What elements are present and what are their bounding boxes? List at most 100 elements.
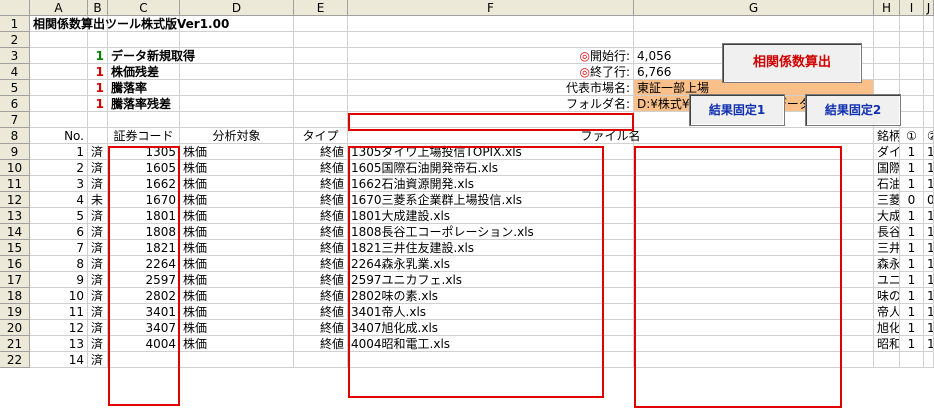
row-flag2[interactable] bbox=[924, 352, 934, 368]
grid-cell[interactable] bbox=[30, 80, 88, 96]
row-flag1[interactable]: 1 bbox=[900, 272, 924, 288]
row-code[interactable]: 2802 bbox=[108, 288, 180, 304]
option-flag[interactable]: 1 bbox=[88, 80, 108, 96]
grid-cell[interactable] bbox=[900, 32, 924, 48]
grid-cell[interactable] bbox=[874, 16, 900, 32]
row-flag1[interactable]: 1 bbox=[900, 160, 924, 176]
row-file[interactable]: 1821三井住友建設.xls bbox=[348, 240, 874, 256]
row-header-12[interactable]: 12 bbox=[0, 192, 30, 208]
row-flag1[interactable] bbox=[900, 352, 924, 368]
row-code[interactable]: 3401 bbox=[108, 304, 180, 320]
row-name[interactable]: 長谷工コーポレーション bbox=[874, 224, 900, 240]
row-file[interactable]: 3407旭化成.xls bbox=[348, 320, 874, 336]
row-file[interactable]: 1605国際石油開発帝石.xls bbox=[348, 160, 874, 176]
row-no[interactable]: 9 bbox=[30, 272, 88, 288]
row-code[interactable]: 1670 bbox=[108, 192, 180, 208]
row-header-10[interactable]: 10 bbox=[0, 160, 30, 176]
column-header-f[interactable]: F bbox=[348, 0, 634, 16]
row-file[interactable]: 1305ダイワ上場投信TOPIX.xls bbox=[348, 144, 874, 160]
grid-cell[interactable] bbox=[30, 96, 88, 112]
row-target[interactable]: 株価 bbox=[180, 176, 294, 192]
row-status[interactable]: 済 bbox=[88, 144, 108, 160]
row-flag1[interactable]: 1 bbox=[900, 176, 924, 192]
row-flag2[interactable]: 1 bbox=[924, 224, 934, 240]
row-name[interactable]: 旭化成 bbox=[874, 320, 900, 336]
column-header-j[interactable]: J bbox=[924, 0, 934, 16]
row-no[interactable]: 5 bbox=[30, 208, 88, 224]
row-header-21[interactable]: 21 bbox=[0, 336, 30, 352]
row-type[interactable]: 終値 bbox=[294, 240, 348, 256]
row-flag2[interactable]: 1 bbox=[924, 144, 934, 160]
row-header-18[interactable]: 18 bbox=[0, 288, 30, 304]
row-header-9[interactable]: 9 bbox=[0, 144, 30, 160]
row-target[interactable]: 株価 bbox=[180, 272, 294, 288]
row-no[interactable]: 6 bbox=[30, 224, 88, 240]
column-header-a[interactable]: A bbox=[30, 0, 88, 16]
row-file[interactable]: 3401帝人.xls bbox=[348, 304, 874, 320]
row-status[interactable]: 済 bbox=[88, 224, 108, 240]
grid-cell[interactable] bbox=[88, 112, 108, 128]
row-code[interactable]: 2264 bbox=[108, 256, 180, 272]
row-type[interactable]: 終値 bbox=[294, 272, 348, 288]
grid-cell[interactable] bbox=[294, 112, 348, 128]
row-header-11[interactable]: 11 bbox=[0, 176, 30, 192]
row-header-13[interactable]: 13 bbox=[0, 208, 30, 224]
row-type[interactable]: 終値 bbox=[294, 144, 348, 160]
row-type[interactable]: 終値 bbox=[294, 176, 348, 192]
row-flag2[interactable]: 1 bbox=[924, 336, 934, 352]
row-type[interactable]: 終値 bbox=[294, 288, 348, 304]
row-code[interactable] bbox=[108, 352, 180, 368]
row-flag2[interactable]: 1 bbox=[924, 320, 934, 336]
column-header-h[interactable]: H bbox=[874, 0, 900, 16]
column-header-e[interactable]: E bbox=[294, 0, 348, 16]
row-flag1[interactable]: 1 bbox=[900, 320, 924, 336]
grid-cell[interactable] bbox=[294, 32, 348, 48]
row-flag1[interactable]: 1 bbox=[900, 224, 924, 240]
row-code[interactable]: 3407 bbox=[108, 320, 180, 336]
row-type[interactable]: 終値 bbox=[294, 208, 348, 224]
calc-correlation-button[interactable]: 相関係数算出 bbox=[722, 43, 862, 83]
option-flag[interactable]: 1 bbox=[88, 48, 108, 64]
row-header-19[interactable]: 19 bbox=[0, 304, 30, 320]
row-file[interactable]: 2597ユニカフェ.xls bbox=[348, 272, 874, 288]
row-status[interactable]: 済 bbox=[88, 256, 108, 272]
fix-result-2-button[interactable]: 結果固定2 bbox=[805, 94, 901, 126]
grid-cell[interactable] bbox=[900, 80, 924, 96]
grid-cell[interactable] bbox=[348, 32, 634, 48]
row-file[interactable]: 1801大成建設.xls bbox=[348, 208, 874, 224]
grid-cell[interactable] bbox=[924, 32, 934, 48]
row-no[interactable]: 13 bbox=[30, 336, 88, 352]
row-no[interactable]: 11 bbox=[30, 304, 88, 320]
row-flag1[interactable]: 1 bbox=[900, 256, 924, 272]
grid-cell[interactable] bbox=[30, 64, 88, 80]
row-code[interactable]: 1808 bbox=[108, 224, 180, 240]
row-flag1[interactable]: 1 bbox=[900, 304, 924, 320]
row-type[interactable]: 終値 bbox=[294, 320, 348, 336]
row-flag2[interactable]: 1 bbox=[924, 304, 934, 320]
grid-cell[interactable] bbox=[924, 80, 934, 96]
grid-cell[interactable] bbox=[348, 16, 634, 32]
column-header-c[interactable]: C bbox=[108, 0, 180, 16]
grid-cell[interactable] bbox=[924, 96, 934, 112]
column-header-i[interactable]: I bbox=[900, 0, 924, 16]
row-flag2[interactable]: 1 bbox=[924, 160, 934, 176]
option-flag[interactable]: 1 bbox=[88, 96, 108, 112]
row-type[interactable]: 終値 bbox=[294, 304, 348, 320]
row-no[interactable]: 12 bbox=[30, 320, 88, 336]
row-status[interactable]: 済 bbox=[88, 352, 108, 368]
row-code[interactable]: 4004 bbox=[108, 336, 180, 352]
row-flag2[interactable]: 0 bbox=[924, 192, 934, 208]
row-name[interactable]: 国際石油開発帝石 bbox=[874, 160, 900, 176]
row-no[interactable]: 14 bbox=[30, 352, 88, 368]
grid-cell[interactable] bbox=[900, 16, 924, 32]
grid-cell[interactable] bbox=[900, 96, 924, 112]
row-type[interactable] bbox=[294, 352, 348, 368]
row-type[interactable]: 終値 bbox=[294, 192, 348, 208]
select-all-corner[interactable] bbox=[0, 0, 30, 16]
row-target[interactable]: 株価 bbox=[180, 208, 294, 224]
row-code[interactable]: 1662 bbox=[108, 176, 180, 192]
row-code[interactable]: 1305 bbox=[108, 144, 180, 160]
row-status[interactable]: 済 bbox=[88, 160, 108, 176]
row-status[interactable]: 済 bbox=[88, 208, 108, 224]
row-file[interactable] bbox=[348, 352, 874, 368]
